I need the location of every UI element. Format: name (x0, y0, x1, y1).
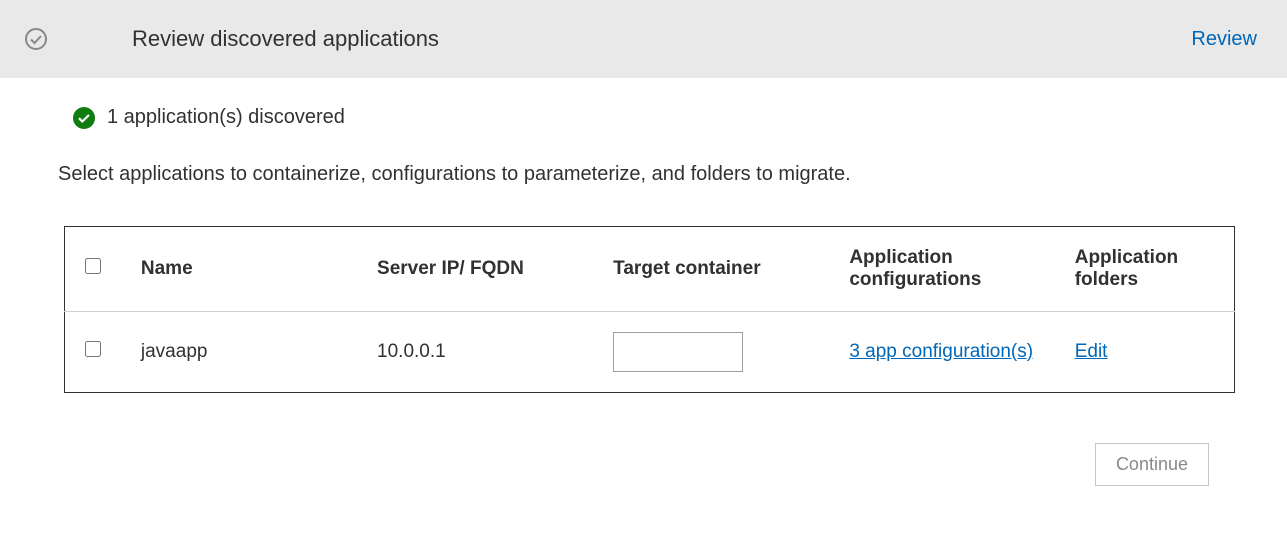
row-folders-cell: Edit (1063, 312, 1235, 393)
header-target: Target container (601, 227, 837, 312)
instruction-text: Select applications to containerize, con… (58, 163, 1229, 186)
row-checkbox[interactable] (85, 341, 101, 357)
target-container-input[interactable] (613, 332, 743, 372)
header-name: Name (129, 227, 365, 312)
step-check-icon (24, 27, 48, 51)
row-name: javaapp (129, 312, 365, 393)
step-title: Review discovered applications (132, 26, 1191, 52)
footer-row: Continue (58, 443, 1229, 486)
step-header: Review discovered applications Review (0, 0, 1287, 78)
select-all-checkbox[interactable] (85, 258, 101, 274)
header-checkbox-cell (65, 227, 129, 312)
edit-folders-link[interactable]: Edit (1075, 341, 1108, 362)
row-server: 10.0.0.1 (365, 312, 601, 393)
header-appconfig: Application configurations (837, 227, 1062, 312)
review-link[interactable]: Review (1191, 28, 1257, 51)
continue-button[interactable]: Continue (1095, 443, 1209, 486)
status-row: 1 application(s) discovered (73, 106, 1229, 129)
applications-table: Name Server IP/ FQDN Target container Ap… (64, 226, 1235, 393)
header-server: Server IP/ FQDN (365, 227, 601, 312)
row-checkbox-cell (65, 312, 129, 393)
row-target-cell (601, 312, 837, 393)
content-area: 1 application(s) discovered Select appli… (0, 78, 1287, 486)
app-configurations-link[interactable]: 3 app configuration(s) (849, 339, 1033, 366)
row-appconfig-cell: 3 app configuration(s) (837, 312, 1062, 393)
header-folders: Application folders (1063, 227, 1235, 312)
status-text: 1 application(s) discovered (107, 106, 345, 129)
table-header-row: Name Server IP/ FQDN Target container Ap… (65, 227, 1235, 312)
table-row: javaapp 10.0.0.1 3 app configuration(s) … (65, 312, 1235, 393)
success-icon (73, 107, 95, 129)
